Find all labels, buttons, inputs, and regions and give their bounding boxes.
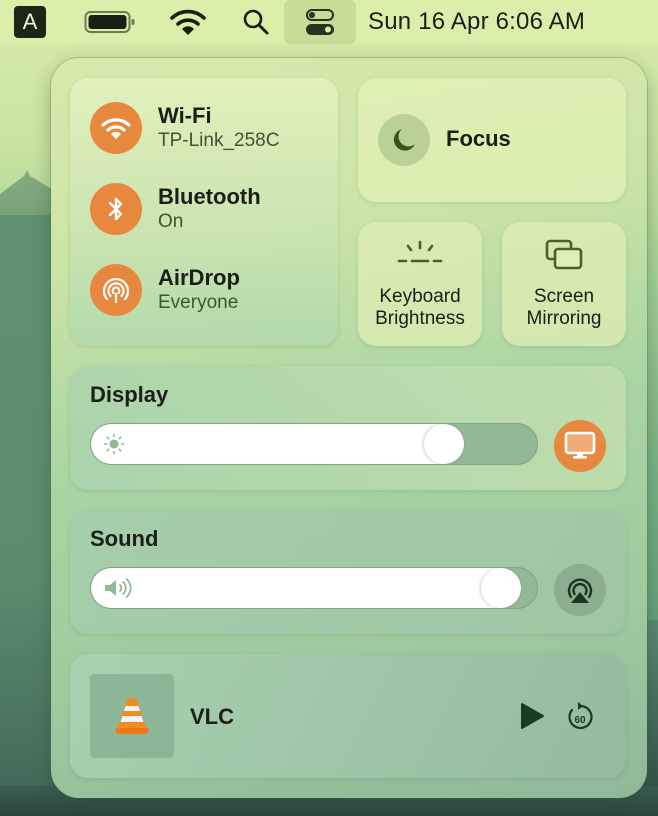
battery-menu[interactable] [84,0,136,44]
display-brightness-knob[interactable] [424,424,464,464]
search-icon [243,9,269,35]
display-tile: Display [70,366,626,490]
audio-output-button[interactable] [554,564,606,616]
menu-bar: A Sun 16 Apr 6:06 AM [0,0,658,44]
airplay-audio-icon [567,578,593,603]
control-center-panel: Wi-Fi TP-Link_258C Bluetooth On AirDrop … [51,58,647,798]
wifi-toggle[interactable] [90,102,142,154]
volume-fill [91,568,501,608]
airdrop-title: AirDrop [158,265,240,290]
keyboard-brightness-icon [397,240,443,263]
spotlight-search-button[interactable] [240,0,272,44]
airdrop-toggle[interactable] [90,264,142,316]
network-tile: Wi-Fi TP-Link_258C Bluetooth On AirDrop … [70,78,338,346]
display-title: Display [90,382,169,407]
keyboard-brightness-label-line1: Keyboard [379,286,461,307]
bluetooth-toggle[interactable] [90,183,142,235]
volume-knob[interactable] [481,568,521,608]
moon-icon [393,129,415,151]
now-playing-artwork[interactable] [90,674,174,758]
airdrop-icon [102,277,130,304]
input-source-menu[interactable]: A [14,0,46,44]
input-source-label: A [14,6,46,38]
keyboard-brightness-label-line2: Brightness [375,308,465,329]
menubar-clock[interactable]: Sun 16 Apr 6:06 AM [368,0,585,44]
speaker-icon [105,578,132,598]
screen-mirroring-label-line2: Mirroring [526,308,602,329]
bluetooth-title: Bluetooth [158,184,261,209]
focus-toggle[interactable] [378,114,430,166]
vlc-cone-icon [115,698,149,734]
skip-forward-button[interactable]: 60 [564,700,596,732]
battery-icon [84,11,135,33]
sun-icon [103,433,125,455]
wifi-network-name: TP-Link_258C [158,130,280,151]
skip-forward-60-icon: 60 [568,702,593,730]
focus-tile[interactable]: Focus [358,78,626,202]
control-center-button[interactable] [284,0,356,44]
volume-slider[interactable] [90,567,538,609]
wifi-menu[interactable] [168,0,208,44]
focus-label: Focus [446,126,511,151]
bluetooth-icon [108,197,123,221]
screen-mirroring-label-line1: Screen [533,286,595,307]
display-brightness-slider[interactable] [90,423,538,465]
display-settings-button[interactable] [554,420,606,472]
now-playing-app: VLC [190,704,234,729]
bluetooth-status: On [158,211,184,232]
wifi-row[interactable]: Wi-Fi TP-Link_258C [90,102,279,154]
keyboard-brightness-tile[interactable]: Keyboard Brightness [358,222,482,346]
keyboard-brightness-label: Keyboard Brightness [358,286,482,330]
sound-title: Sound [90,526,159,551]
wifi-icon [101,118,131,139]
control-center-icon [306,9,334,35]
play-icon [521,703,544,729]
display-icon [564,431,596,459]
display-brightness-fill [91,424,444,464]
play-button[interactable] [516,700,548,732]
wifi-icon [170,9,206,35]
screen-mirroring-tile[interactable]: Screen Mirroring [502,222,626,346]
screen-mirroring-icon [545,239,583,270]
sound-tile: Sound [70,510,626,634]
skip-interval-label: 60 [574,715,586,726]
now-playing-tile: VLC 60 [70,654,626,778]
screen-mirroring-label: Screen Mirroring [502,286,626,330]
wifi-title: Wi-Fi [158,103,212,128]
bluetooth-row[interactable]: Bluetooth On [90,183,261,235]
airdrop-visibility: Everyone [158,292,239,313]
airdrop-row[interactable]: AirDrop Everyone [90,264,240,316]
